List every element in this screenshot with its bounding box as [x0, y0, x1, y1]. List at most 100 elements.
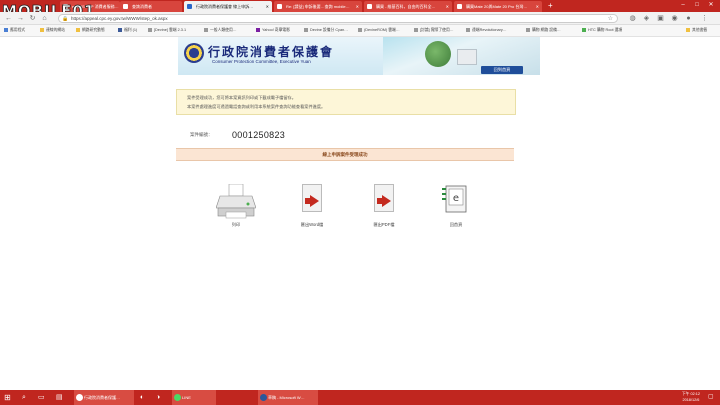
- page-icon: [414, 28, 418, 32]
- site-subtitle: Consumer Protection Committee, Executive…: [212, 59, 311, 64]
- bookmark-item[interactable]: 應用程式: [4, 28, 25, 33]
- notice-line: 本案件處理進度可透過電話查詢或利用本系統案件查詢功能查看案件進度。: [187, 104, 326, 109]
- page-icon: [526, 28, 530, 32]
- bookmark-item[interactable]: 購物 網路 設備…: [526, 28, 561, 33]
- taskbar: ⊞ ⌕ ▭ ▤ 行政院消費者保護… ◐ ◑ LINE 草稿 - Microsof…: [0, 390, 720, 405]
- folder-icon: [76, 28, 80, 32]
- back-home-label: 回首頁: [449, 222, 463, 227]
- bookmark-item[interactable]: (DevineROM) 雲端…: [358, 28, 400, 33]
- home-icon[interactable]: ⌂: [40, 14, 49, 23]
- notice-line: 案件受理成功，您可將本案資訊列印或下載成電子檔留存。: [187, 95, 296, 100]
- building-illustration: [457, 49, 477, 65]
- lock-icon: 🔒: [62, 16, 69, 22]
- close-window-icon[interactable]: ✕: [704, 0, 718, 11]
- printer-icon: [216, 184, 256, 219]
- bookmark-item[interactable]: 一般人類使用…: [204, 28, 237, 33]
- minimize-icon[interactable]: –: [676, 0, 690, 11]
- extension-icon[interactable]: ▣: [656, 14, 665, 23]
- bookmark-item[interactable]: 連線的網站: [40, 28, 65, 33]
- menu-icon[interactable]: ⋮: [700, 14, 709, 23]
- windows-start-icon[interactable]: ⊞: [4, 390, 11, 405]
- arrow-icon: [382, 195, 391, 207]
- back-home-action[interactable]: e 回首頁: [434, 182, 478, 232]
- browser-tab[interactable]: 購買Mate 20與Mate 20 Pro 台灣… ✕: [454, 1, 542, 12]
- bookmarks-bar: 應用程式 連線的網站 網路研究動態 福利 (1) [Devine] 雲端 2.3…: [0, 25, 720, 37]
- address-bar[interactable]: 🔒 https://appeal.cpc.ey.gov.tw/WWW/step_…: [58, 14, 618, 23]
- close-tab-icon[interactable]: ✕: [356, 1, 359, 12]
- extension-icon[interactable]: ◍: [628, 14, 637, 23]
- browser-tab-active[interactable]: 行政院消費者保護會 線上申訴… ✕: [184, 1, 272, 12]
- bookmark-item[interactable]: 網路研究動態: [76, 28, 105, 33]
- pdf-export-icon: [374, 184, 394, 212]
- home-page-icon: e: [442, 185, 467, 213]
- close-tab-icon[interactable]: ✕: [446, 1, 449, 12]
- bookmark-item[interactable]: Devine 設備分 Cyan…: [304, 28, 348, 33]
- browser-tab[interactable]: 購買 - 維基百科，自由的百科全… ✕: [364, 1, 452, 12]
- svg-text:e: e: [453, 193, 459, 204]
- clock-date: 2018/12/6: [682, 398, 700, 402]
- notification-icon[interactable]: ▢: [708, 390, 714, 405]
- page-icon: [304, 28, 308, 32]
- apps-icon: [4, 28, 8, 32]
- page-icon: [582, 28, 586, 32]
- arrow-icon: [310, 195, 319, 207]
- result-message: 線上申訴案件受理成功: [322, 152, 368, 157]
- pinned-app-icon[interactable]: ◑: [156, 390, 160, 405]
- bookmark-star-icon[interactable]: ☆: [608, 15, 613, 23]
- tab-favicon-icon: [123, 4, 128, 9]
- extension-icon[interactable]: ◈: [642, 14, 651, 23]
- browser-tab[interactable]: 查詢消費者: [120, 1, 182, 12]
- word-export-icon: [302, 184, 322, 212]
- result-bar: 線上申訴案件受理成功: [176, 148, 514, 161]
- export-pdf-action[interactable]: 匯出PDF檔: [362, 182, 406, 232]
- page-icon: [148, 28, 152, 32]
- browser-tab[interactable]: Re: [請益] 申訴後要…查詢 mobile… ✕: [274, 1, 362, 12]
- forward-icon[interactable]: →: [16, 14, 25, 23]
- bookmark-item[interactable]: [討論] 實際了使用…: [414, 28, 454, 33]
- extension-icon[interactable]: ◉: [670, 14, 679, 23]
- page-icon: [466, 28, 470, 32]
- tab-favicon-icon: [367, 4, 372, 9]
- folder-icon: [686, 28, 690, 32]
- cpc-seal-logo: [184, 43, 204, 63]
- maximize-icon[interactable]: □: [690, 0, 704, 11]
- browser-toolbar: ← → ↻ ⌂ 🔒 https://appeal.cpc.ey.gov.tw/W…: [0, 12, 720, 25]
- print-label: 列印: [231, 222, 241, 227]
- home-button[interactable]: 回到首頁: [481, 66, 523, 74]
- close-tab-icon[interactable]: ✕: [536, 1, 539, 12]
- bookmark-item[interactable]: 遠端Revolutionary…: [466, 28, 507, 33]
- taskbar-app-chrome[interactable]: 行政院消費者保護…: [74, 390, 134, 405]
- case-number-label: 案件編號：: [190, 132, 213, 137]
- folder-icon: [40, 28, 44, 32]
- page-icon: [358, 28, 362, 32]
- bookmark-item[interactable]: [Devine] 雲端 2.3.1: [148, 28, 186, 33]
- notice-box: 案件受理成功，您可將本案資訊列印或下載成電子檔留存。 本案件處理進度可透過電話查…: [176, 89, 516, 115]
- close-tab-icon[interactable]: ✕: [266, 1, 269, 12]
- bookmark-item[interactable]: Yahoo! 奇摩電影: [256, 28, 290, 33]
- print-action[interactable]: 列印: [214, 182, 258, 232]
- chrome-icon: [76, 394, 83, 401]
- profile-icon[interactable]: ●: [684, 14, 693, 23]
- bookmark-item-other[interactable]: 其他書籤: [686, 28, 707, 33]
- taskbar-clock[interactable]: 下午 02:12 2018/12/6: [682, 391, 700, 403]
- page-icon: [204, 28, 208, 32]
- taskbar-app-line[interactable]: LINE: [172, 390, 216, 405]
- export-word-label: 匯出Word檔: [300, 222, 324, 227]
- task-view-icon[interactable]: ▭: [38, 390, 45, 405]
- case-number-value: 0001250823: [232, 130, 286, 140]
- reload-icon[interactable]: ↻: [28, 14, 37, 23]
- bookmark-item[interactable]: HTC 購物 Root 選項: [582, 28, 622, 33]
- file-explorer-icon[interactable]: ▤: [56, 390, 63, 405]
- taskbar-app-word[interactable]: 草稿 - Microsoft W…: [258, 390, 318, 405]
- export-pdf-label: 匯出PDF檔: [373, 222, 395, 227]
- pinned-app-icon[interactable]: ◐: [140, 390, 144, 405]
- back-icon[interactable]: ←: [4, 14, 13, 23]
- new-tab-button[interactable]: +: [548, 0, 553, 11]
- yahoo-icon: [256, 28, 260, 32]
- line-icon: [174, 394, 181, 401]
- tab-favicon-icon: [277, 4, 282, 9]
- search-icon[interactable]: ⌕: [22, 390, 26, 405]
- export-word-action[interactable]: 匯出Word檔: [290, 182, 334, 232]
- facebook-icon: [118, 28, 122, 32]
- bookmark-item[interactable]: 福利 (1): [118, 28, 137, 33]
